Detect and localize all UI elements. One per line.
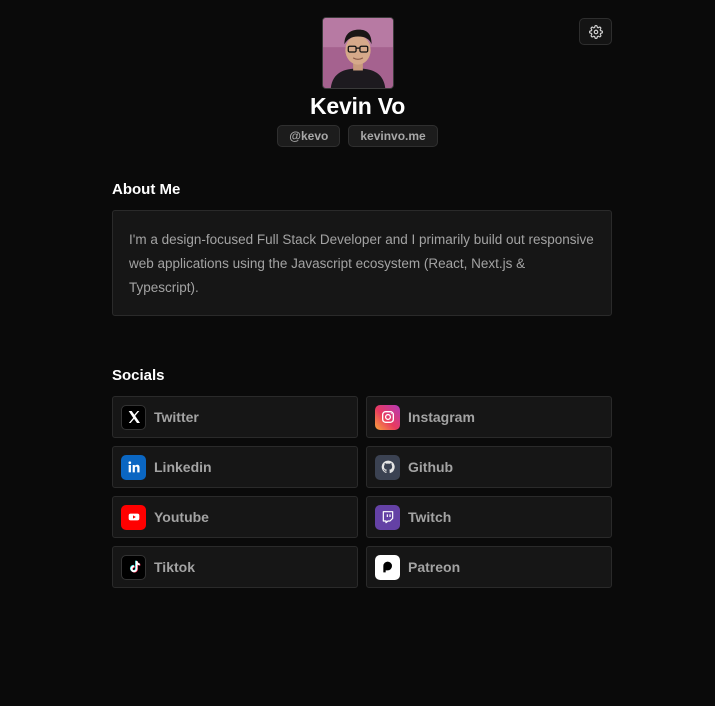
social-link-linkedin[interactable]: Linkedin (112, 446, 358, 488)
social-link-patreon[interactable]: Patreon (366, 546, 612, 588)
social-label: Youtube (154, 509, 209, 525)
avatar (321, 17, 394, 89)
social-label: Twitch (408, 509, 452, 525)
about-text: I'm a design-focused Full Stack Develope… (129, 232, 594, 295)
instagram-icon (375, 404, 400, 430)
profile-page: Kevin Vo @kevo kevinvo.me About Me I'm a… (0, 0, 715, 706)
tiktok-icon (121, 554, 146, 580)
profile-name: Kevin Vo (309, 93, 406, 119)
social-label: Tiktok (154, 559, 195, 575)
linkedin-icon (121, 454, 146, 480)
social-label: Twitter (154, 409, 199, 425)
about-card: I'm a design-focused Full Stack Develope… (112, 210, 612, 316)
social-link-github[interactable]: Github (366, 446, 612, 488)
social-link-instagram[interactable]: Instagram (366, 396, 612, 438)
social-label: Instagram (408, 409, 475, 425)
twitch-icon (375, 504, 400, 530)
social-link-tiktok[interactable]: Tiktok (112, 546, 358, 588)
about-title: About Me (112, 181, 181, 198)
profile-tags: @kevo kevinvo.me (277, 125, 438, 147)
patreon-icon (375, 554, 400, 580)
profile-header: Kevin Vo @kevo kevinvo.me (0, 17, 715, 147)
social-link-youtube[interactable]: Youtube (112, 496, 358, 538)
social-label: Patreon (408, 559, 461, 575)
social-label: Linkedin (154, 459, 212, 475)
x-icon (121, 404, 146, 430)
avatar-portrait (322, 18, 393, 88)
handle-tag[interactable]: @kevo (277, 125, 341, 147)
socials-title: Socials (112, 367, 165, 384)
youtube-icon (121, 504, 146, 530)
social-link-twitter[interactable]: Twitter (112, 396, 358, 438)
social-link-twitch[interactable]: Twitch (366, 496, 612, 538)
website-tag[interactable]: kevinvo.me (348, 125, 438, 147)
social-label: Github (408, 459, 454, 475)
github-icon (375, 454, 400, 480)
socials-grid: Twitter Instagram Linkedin Github Youtub (112, 396, 612, 588)
